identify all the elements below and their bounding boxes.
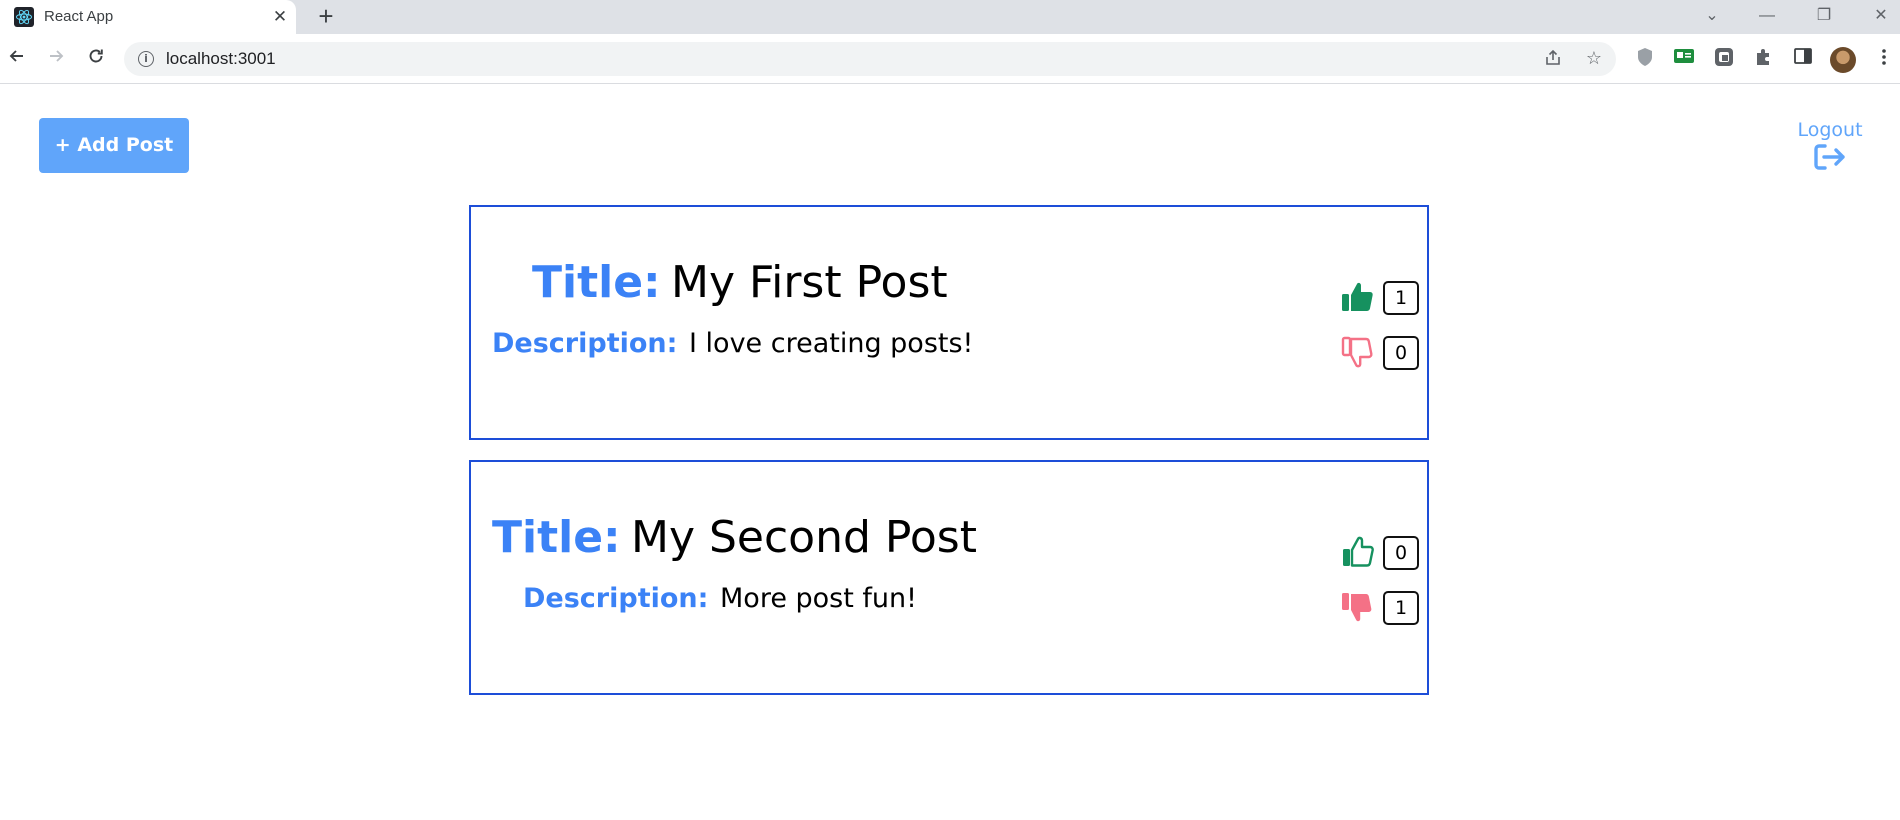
post-title-label: Title: (532, 257, 661, 308)
dislike-control: 1 (1341, 587, 1421, 627)
tab-search-icon[interactable]: ⌄ (1697, 4, 1727, 28)
post-card: Title: My First Post Description: I love… (469, 205, 1429, 440)
thumbs-up-outline-icon[interactable] (1341, 536, 1375, 568)
shield-extension-icon[interactable] (1633, 47, 1657, 71)
share-icon[interactable] (1542, 48, 1564, 70)
logout-button[interactable]: Logout (1780, 119, 1880, 171)
close-window-button[interactable]: ✕ (1866, 4, 1896, 28)
side-panel-icon[interactable] (1791, 47, 1815, 71)
post-title-label: Title: (492, 512, 621, 563)
browser-toolbar: i localhost:3001 ☆ (0, 34, 1900, 84)
post-card: Title: My Second Post Description: More … (469, 460, 1429, 695)
thumbs-up-filled-icon[interactable] (1341, 281, 1375, 313)
post-description-label: Description: (492, 328, 678, 359)
dislike-control: 0 (1341, 332, 1421, 372)
tab-close-icon[interactable]: ✕ (270, 7, 290, 27)
browser-tab-strip: React App ✕ + ⌄ — ❐ ✕ (0, 0, 1900, 34)
post-description: More post fun! (720, 583, 917, 614)
restore-button[interactable]: ❐ (1809, 4, 1839, 28)
like-control: 1 (1341, 277, 1421, 317)
forward-arrow-icon[interactable] (41, 44, 71, 74)
post-title: My First Post (671, 257, 948, 308)
site-info-icon[interactable]: i (138, 51, 154, 67)
url-text[interactable]: localhost:3001 (166, 49, 276, 69)
back-arrow-icon[interactable] (2, 44, 32, 74)
address-bar[interactable]: i localhost:3001 ☆ (124, 42, 1616, 76)
bookmark-star-icon[interactable]: ☆ (1583, 48, 1605, 70)
logout-arrow-icon (1814, 144, 1845, 170)
like-control: 0 (1341, 532, 1421, 572)
browser-tab-active[interactable]: React App ✕ (0, 0, 296, 34)
post-description: I love creating posts! (689, 328, 974, 359)
minimize-button[interactable]: — (1752, 4, 1782, 28)
extensions-puzzle-icon[interactable] (1752, 47, 1776, 71)
like-count: 0 (1383, 536, 1419, 570)
reload-icon[interactable] (81, 44, 111, 74)
dislike-count: 0 (1383, 336, 1419, 370)
new-tab-button[interactable]: + (314, 3, 338, 29)
add-post-button[interactable]: + Add Post (39, 118, 189, 173)
tab-title: React App (44, 8, 114, 25)
thumbs-down-outline-icon[interactable] (1341, 336, 1375, 368)
like-count: 1 (1383, 281, 1419, 315)
post-description-label: Description: (523, 583, 709, 614)
post-title: My Second Post (631, 512, 977, 563)
dislike-count: 1 (1383, 591, 1419, 625)
logout-label: Logout (1797, 119, 1863, 141)
react-logo-icon (14, 7, 34, 27)
app-page: + Add Post Logout Title: My First Post D… (0, 85, 1900, 820)
screen-capture-extension-icon[interactable] (1712, 47, 1736, 71)
thumbs-down-filled-icon[interactable] (1341, 591, 1375, 623)
profile-avatar[interactable] (1830, 47, 1856, 73)
browser-menu-icon[interactable] (1872, 47, 1896, 71)
green-extension-icon[interactable] (1672, 47, 1696, 71)
